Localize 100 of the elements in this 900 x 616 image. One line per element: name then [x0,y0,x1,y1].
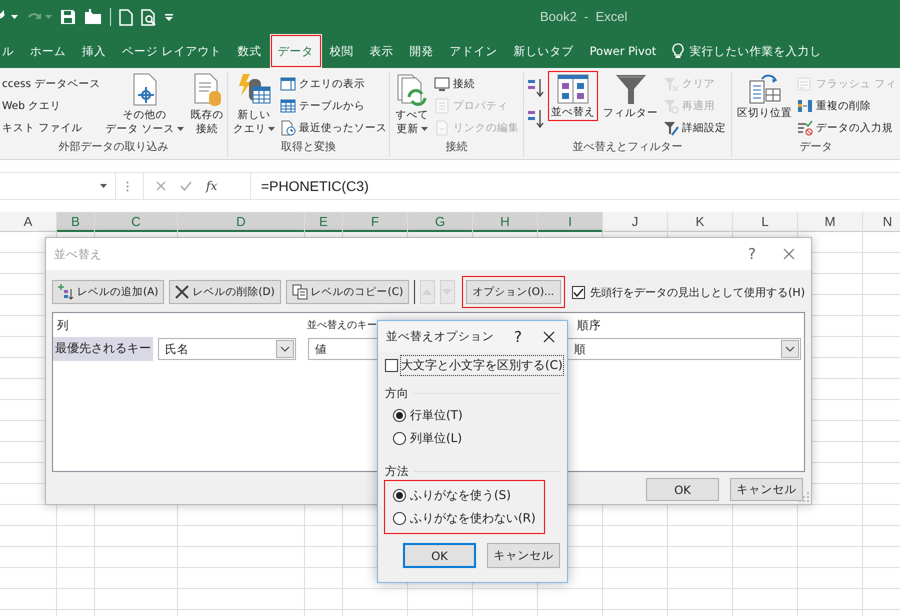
help-button[interactable]: ? [737,245,767,263]
checkbox[interactable] [385,359,398,372]
sort-columns-icon [557,74,589,104]
sort-descending-icon [527,108,545,128]
refresh-documents-icon [395,73,429,107]
ribbon-tab[interactable]: 新しいタブ [506,34,582,68]
document-clock-icon [280,120,296,136]
ok-button[interactable]: OK [403,543,476,568]
ribbon-tab[interactable]: ページ レイアウト [114,34,230,68]
ribbon-button[interactable]: フィルター [601,71,660,121]
ribbon-button[interactable]: キスト ファイル [2,117,100,138]
column-header[interactable]: N [863,212,900,232]
ribbon-tab[interactable]: 校閲 [322,34,362,68]
delete-icon [175,285,190,299]
insert-function-button[interactable]: fx [206,179,218,193]
column-header[interactable]: C [95,212,177,232]
options-button[interactable]: オプション(O)... [462,276,566,308]
group-title: 方向 [385,386,409,401]
group-label: 外部データの取り込み [58,139,170,155]
caret-icon [45,15,52,19]
help-button[interactable]: ? [505,328,531,346]
monitor-icon [434,76,450,92]
cancel-button[interactable]: キャンセル [730,478,803,501]
radio-button[interactable] [393,432,406,445]
customize-caret-icon [165,14,173,20]
column-header[interactable]: A [0,212,56,232]
tell-me-text: 実行したい作業を入力し [689,44,822,58]
radio-label: ふりがなを使わない(R) [410,510,536,527]
key-dropdown[interactable]: 値 [308,338,380,360]
radio-label: 列単位(L) [410,430,462,447]
column-header[interactable]: I [538,212,602,232]
radio-button[interactable] [393,512,406,525]
column-dropdown[interactable]: 氏名 [158,338,296,360]
ribbon-button[interactable]: すべて 更新 [393,71,431,137]
window-icon [280,76,296,92]
radio-button[interactable] [393,489,406,502]
column-header[interactable]: J [603,212,667,232]
ribbon-tab[interactable]: 開発 [402,34,442,68]
copy-level-button[interactable]: レベルのコピー(C) [286,280,410,304]
column-header[interactable]: G [408,212,472,232]
column-header[interactable]: K [668,212,732,232]
validation-icon [797,120,813,136]
ribbon-button[interactable]: 並べ替え [548,71,598,121]
document-arrow-icon [748,73,782,105]
copy-icon [292,284,308,300]
ribbon-tab[interactable]: アドイン [442,34,506,68]
print-preview-icon [141,8,157,26]
ribbon-button[interactable]: クエリの表示 [280,73,387,94]
ribbon-button[interactable]: 重複の削除 [797,95,896,116]
column-header[interactable]: F [343,212,407,232]
ribbon-button[interactable]: 詳細設定 [663,117,726,138]
formula-field[interactable]: =PHONETIC(C3) [251,172,900,200]
cancel-button[interactable]: キャンセル [487,543,560,568]
ribbon-button[interactable]: テーブルから [280,95,387,116]
flash-fill-icon [797,76,813,92]
ribbon-button[interactable]: 接続 [434,73,519,94]
list-icon [434,98,450,114]
ribbon-button[interactable]: Web クエリ [2,95,100,116]
checkbox-label: 先頭行をデータの見出しとして使用する(H) [590,284,805,300]
ribbon-tab[interactable]: 数式 [230,34,270,68]
ribbon-icon-button[interactable] [527,77,545,98]
column-heading: 列 [56,318,70,332]
funnel-clear-icon [663,76,679,92]
checkbox-label: 大文字と小文字を区別する(C) [401,356,563,375]
level-label[interactable]: 最優先されるキー [53,337,153,361]
ribbon-tab[interactable]: 挿入 [74,34,114,68]
column-header[interactable]: D [178,212,304,232]
ribbon-button[interactable]: 区切り位置 [735,71,794,121]
ribbon-tab[interactable]: Power Pivot [582,34,664,68]
ribbon-button[interactable]: 既存の 接続 [188,71,226,137]
window-title: Book2 - Excel [540,9,628,24]
ribbon-button[interactable]: 新しい クエリ [231,71,277,137]
column-heading: 並べ替えのキー [306,318,378,332]
ribbon-icon-button[interactable] [527,108,545,129]
ribbon-button[interactable]: その他の データ ソース [103,71,186,137]
delete-level-button[interactable]: レベルの削除(D) [169,280,281,304]
column-header[interactable]: E [305,212,342,232]
column-header[interactable]: B [57,212,94,232]
column-header[interactable]: M [798,212,862,232]
ribbon-button[interactable]: ccess データベース [2,73,100,94]
column-header[interactable]: L [733,212,797,232]
checkbox[interactable] [572,286,586,298]
ribbon-tab[interactable]: ホーム [22,34,74,68]
remove-duplicates-icon [797,98,813,114]
column-header[interactable]: H [473,212,537,232]
ok-button[interactable]: OK [646,478,719,501]
group-label: 取得と変換 [280,139,337,155]
ribbon-button[interactable]: 最近使ったソース [280,117,387,138]
document-link-icon [434,120,450,136]
close-icon [543,330,555,342]
ribbon-tab[interactable]: 表示 [362,34,402,68]
ribbon-button[interactable]: データの入力規 [797,117,896,138]
add-level-button[interactable]: レベルの追加(A) [52,280,164,304]
radio-button[interactable] [393,409,406,422]
ribbon-tab[interactable]: ル [0,34,22,68]
caret-icon [11,15,18,19]
tell-me-field[interactable]: 実行したい作業を入力し [664,34,822,68]
lightbulb-icon [672,43,684,59]
ribbon-tab[interactable]: データ [270,34,322,68]
group-label: データ [798,139,834,155]
